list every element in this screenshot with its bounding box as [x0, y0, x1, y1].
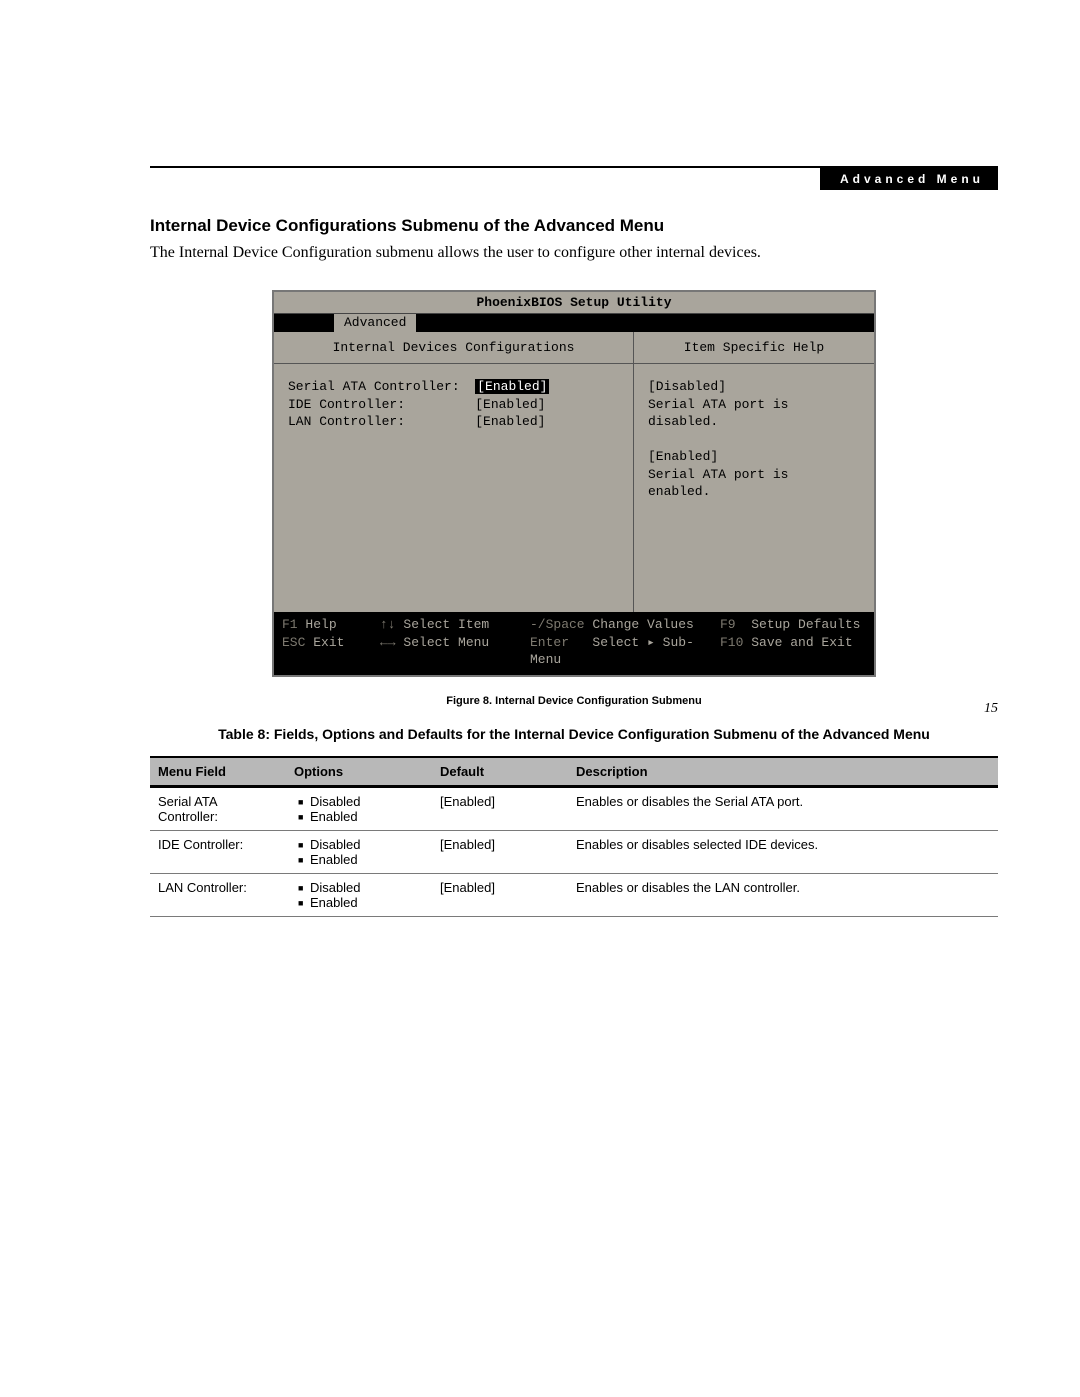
th-menu-field: Menu Field [150, 757, 286, 787]
table-header-row: Menu Field Options Default Description [150, 757, 998, 787]
option-item: Disabled [298, 794, 424, 809]
label-help: Help [305, 617, 336, 632]
cell-default: [Enabled] [432, 873, 568, 916]
header-badge: Advanced Menu [820, 168, 998, 190]
page-number: 15 [984, 701, 998, 717]
cell-default: [Enabled] [432, 830, 568, 873]
cell-default: [Enabled] [432, 786, 568, 830]
bios-help-line: [Enabled] [648, 448, 860, 466]
key-esc: ESC [282, 635, 305, 650]
key-change: -/Space [530, 617, 585, 632]
options-table: Menu Field Options Default Description S… [150, 756, 998, 917]
bios-help-line: disabled. [648, 413, 860, 431]
bios-tab-advanced[interactable]: Advanced [334, 314, 416, 332]
key-f1: F1 [282, 617, 298, 632]
key-enter: Enter [530, 635, 569, 650]
th-options: Options [286, 757, 432, 787]
key-f10: F10 [720, 635, 743, 650]
bios-help-line: Serial ATA port is [648, 466, 860, 484]
bios-setting-row[interactable]: Serial ATA Controller: [Enabled] [288, 378, 619, 396]
table-row: LAN Controller:DisabledEnabled[Enabled]E… [150, 873, 998, 916]
option-item: Disabled [298, 837, 424, 852]
table-row: IDE Controller:DisabledEnabled[Enabled]E… [150, 830, 998, 873]
bios-tab-bar: Advanced [274, 314, 874, 332]
th-description: Description [568, 757, 998, 787]
bios-setting-row[interactable]: LAN Controller: [Enabled] [288, 413, 619, 431]
cell-description: Enables or disables the Serial ATA port. [568, 786, 998, 830]
bios-body: Internal Devices Configurations Serial A… [274, 332, 874, 612]
bios-help-line [648, 431, 860, 449]
bios-left-heading: Internal Devices Configurations [274, 332, 633, 364]
option-item: Enabled [298, 809, 424, 824]
cell-options: DisabledEnabled [286, 873, 432, 916]
key-f9: F9 [720, 617, 736, 632]
option-item: Disabled [298, 880, 424, 895]
bios-help-line: enabled. [648, 483, 860, 501]
bios-left-pane: Internal Devices Configurations Serial A… [274, 332, 634, 612]
label-select-item: Select Item [403, 617, 489, 632]
cell-menu-field: Serial ATA Controller: [150, 786, 286, 830]
label-select-menu: Select Menu [403, 635, 489, 650]
section-heading: Internal Device Configurations Submenu o… [150, 216, 998, 236]
table-caption: Table 8: Fields, Options and Defaults fo… [150, 725, 998, 744]
intro-text: The Internal Device Configuration submen… [150, 244, 998, 262]
label-exit: Exit [313, 635, 344, 650]
figure-caption: Figure 8. Internal Device Configuration … [150, 695, 998, 707]
cell-options: DisabledEnabled [286, 830, 432, 873]
page: Advanced Menu Internal Device Configurat… [0, 0, 1080, 977]
th-default: Default [432, 757, 568, 787]
header-rule: Advanced Menu [150, 166, 998, 168]
arrow-left-right-icon: ←→ [380, 635, 396, 650]
table-row: Serial ATA Controller:DisabledEnabled[En… [150, 786, 998, 830]
bios-help-line: Serial ATA port is [648, 396, 860, 414]
cell-menu-field: IDE Controller: [150, 830, 286, 873]
bios-help-text: [Disabled]Serial ATA port isdisabled. [E… [634, 364, 874, 612]
cell-description: Enables or disables selected IDE devices… [568, 830, 998, 873]
cell-description: Enables or disables the LAN controller. [568, 873, 998, 916]
bios-setting-row[interactable]: IDE Controller: [Enabled] [288, 396, 619, 414]
bios-title: PhoenixBIOS Setup Utility [274, 292, 874, 314]
label-setup-defaults: Setup Defaults [751, 617, 860, 632]
option-item: Enabled [298, 895, 424, 910]
cell-menu-field: LAN Controller: [150, 873, 286, 916]
bios-settings-list: Serial ATA Controller: [Enabled]IDE Cont… [274, 364, 633, 612]
option-item: Enabled [298, 852, 424, 867]
bios-help-pane: Item Specific Help [Disabled]Serial ATA … [634, 332, 874, 612]
label-save-exit: Save and Exit [751, 635, 852, 650]
bios-screen: PhoenixBIOS Setup Utility Advanced Inter… [272, 290, 876, 677]
bios-footer: F1 Help ↑↓ Select Item -/Space Change Va… [274, 612, 874, 675]
arrow-up-down-icon: ↑↓ [380, 617, 396, 632]
label-change-values: Change Values [592, 617, 693, 632]
bios-right-heading: Item Specific Help [634, 332, 874, 364]
bios-help-line: [Disabled] [648, 378, 860, 396]
cell-options: DisabledEnabled [286, 786, 432, 830]
